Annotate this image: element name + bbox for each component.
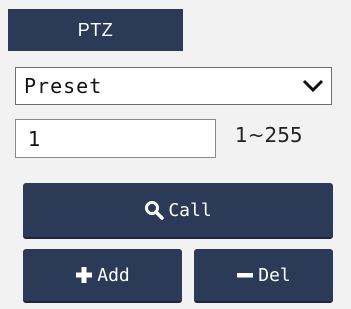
call-button-label: Call [168, 199, 212, 221]
mode-select-value: Preset [24, 74, 103, 98]
chevron-down-icon [301, 76, 325, 96]
call-button[interactable]: Call [23, 183, 333, 239]
del-button-label: Del [258, 264, 291, 286]
minus-icon [236, 266, 254, 284]
plus-icon [75, 266, 93, 284]
add-button[interactable]: Add [23, 249, 182, 303]
mode-select[interactable]: Preset [15, 67, 332, 105]
tab-ptz[interactable]: PTZ [8, 9, 183, 51]
search-icon [144, 200, 165, 220]
preset-number-input[interactable] [15, 119, 216, 158]
del-button[interactable]: Del [194, 249, 333, 303]
tab-ptz-label: PTZ [77, 19, 114, 40]
add-button-label: Add [97, 264, 130, 286]
range-hint: 1~255 [235, 123, 303, 147]
